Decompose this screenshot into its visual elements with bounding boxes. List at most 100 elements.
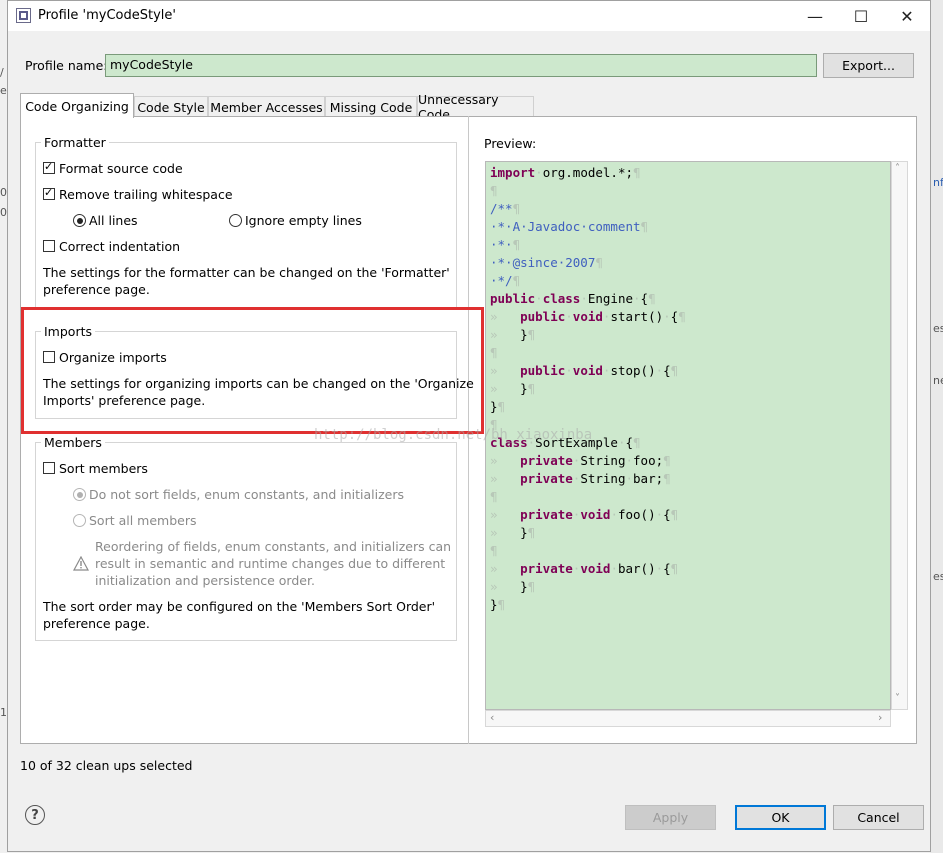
code-line: » public·void·start()·{¶ bbox=[490, 308, 686, 326]
code-token: /** bbox=[490, 201, 513, 216]
warning-icon bbox=[73, 556, 89, 571]
close-icon: ✕ bbox=[900, 6, 914, 26]
remove-trailing-label[interactable]: Remove trailing whitespace bbox=[59, 187, 233, 202]
code-token: public bbox=[490, 291, 536, 306]
code-token: } bbox=[520, 327, 528, 342]
scroll-left-arrow-icon[interactable]: ‹ bbox=[490, 711, 494, 724]
sort-all-members-label[interactable]: Sort all members bbox=[89, 513, 197, 528]
code-line: » }¶ bbox=[490, 578, 535, 596]
code-token: private bbox=[520, 453, 573, 468]
code-token: void bbox=[580, 507, 611, 522]
minimize-button[interactable]: — bbox=[792, 1, 838, 31]
maximize-button[interactable]: ☐ bbox=[838, 1, 884, 31]
code-token: ¶ bbox=[527, 327, 536, 342]
scroll-down-arrow-icon[interactable]: ˅ bbox=[895, 693, 900, 704]
code-token: org.model.*; bbox=[542, 165, 633, 180]
code-token: bar() bbox=[617, 561, 656, 576]
code-token: · bbox=[535, 165, 543, 180]
correct-indentation-checkbox[interactable] bbox=[43, 240, 55, 252]
code-token: » bbox=[490, 363, 521, 378]
all-lines-label[interactable]: All lines bbox=[89, 213, 138, 228]
do-not-sort-label[interactable]: Do not sort fields, enum constants, and … bbox=[89, 487, 404, 502]
code-token: { bbox=[663, 561, 671, 576]
code-line: /**¶ bbox=[490, 200, 520, 218]
all-lines-radio[interactable] bbox=[73, 214, 86, 227]
code-token: Engine bbox=[587, 291, 634, 306]
code-token: · bbox=[655, 507, 664, 522]
code-token: · bbox=[535, 291, 543, 306]
tab-member-accesses[interactable]: Member Accesses bbox=[208, 96, 325, 117]
code-token: ¶ bbox=[490, 345, 498, 360]
code-token: ¶ bbox=[595, 255, 603, 270]
code-token: } bbox=[520, 579, 528, 594]
export-button[interactable]: Export... bbox=[823, 53, 914, 78]
code-token: · bbox=[610, 507, 618, 522]
code-token: private bbox=[520, 471, 573, 486]
ok-button[interactable]: OK bbox=[735, 805, 826, 830]
code-line: » }¶ bbox=[490, 326, 535, 344]
preview-label: Preview: bbox=[484, 136, 537, 151]
background-fragment: es bbox=[933, 570, 943, 583]
warning-line3: initialization and persistence order. bbox=[95, 573, 315, 588]
code-line: ·*·¶ bbox=[490, 236, 520, 254]
tab-unnecessary-code[interactable]: Unnecessary Code bbox=[417, 92, 534, 122]
code-token: · bbox=[655, 561, 664, 576]
apply-button[interactable]: Apply bbox=[625, 805, 716, 830]
code-token: ¶ bbox=[648, 291, 656, 306]
background-fragment: / bbox=[0, 66, 4, 79]
code-line: }¶ bbox=[490, 596, 505, 614]
members-note-line2: preference page. bbox=[43, 616, 150, 631]
correct-indentation-label[interactable]: Correct indentation bbox=[59, 239, 180, 254]
close-button[interactable]: ✕ bbox=[884, 1, 930, 31]
preview-horizontal-scrollbar[interactable]: ‹ › bbox=[485, 710, 891, 727]
background-fragment: 0 bbox=[0, 206, 7, 219]
scroll-right-arrow-icon[interactable]: › bbox=[878, 711, 882, 724]
code-token: ¶ bbox=[633, 165, 641, 180]
warning-line1: Reordering of fields, enum constants, an… bbox=[95, 539, 452, 554]
scroll-up-arrow-icon[interactable]: ˄ bbox=[895, 163, 900, 174]
tab-code-style[interactable]: Code Style bbox=[134, 96, 208, 117]
warning-line2: result in semantic and runtime changes d… bbox=[95, 556, 446, 571]
maximize-icon: ☐ bbox=[853, 6, 869, 26]
profile-name-input[interactable]: myCodeStyle bbox=[105, 54, 817, 77]
format-source-label[interactable]: Format source code bbox=[59, 161, 183, 176]
tab-missing-code[interactable]: Missing Code bbox=[325, 96, 417, 117]
preview-vertical-scrollbar[interactable]: ˄ ˅ bbox=[891, 161, 908, 710]
code-token: ¶ bbox=[490, 183, 498, 198]
code-token: · bbox=[610, 561, 618, 576]
code-token: » bbox=[490, 525, 521, 540]
ignore-empty-lines-radio[interactable] bbox=[229, 214, 242, 227]
code-token: ¶ bbox=[497, 399, 506, 414]
format-source-checkbox[interactable] bbox=[43, 160, 55, 174]
highlight-annotation-box bbox=[21, 307, 484, 434]
title-bar: Profile 'myCodeStyle' — ☐ ✕ bbox=[8, 1, 930, 31]
help-icon[interactable]: ? bbox=[25, 805, 45, 825]
code-token: public bbox=[520, 309, 566, 324]
sort-all-members-radio[interactable] bbox=[73, 514, 86, 527]
sort-members-label[interactable]: Sort members bbox=[59, 461, 148, 476]
code-line: import·org.model.*;¶ bbox=[490, 164, 641, 182]
code-token: ¶ bbox=[512, 237, 521, 252]
code-token: class bbox=[542, 291, 581, 306]
tab-code-organizing[interactable]: Code Organizing bbox=[20, 93, 134, 118]
code-token: · bbox=[655, 363, 664, 378]
code-token: } bbox=[490, 399, 498, 414]
ignore-empty-lines-label[interactable]: Ignore empty lines bbox=[245, 213, 362, 228]
cancel-button[interactable]: Cancel bbox=[833, 805, 924, 830]
code-token: » bbox=[490, 381, 521, 396]
code-token: · bbox=[625, 471, 634, 486]
code-token: ¶ bbox=[670, 507, 679, 522]
code-token: public bbox=[520, 363, 566, 378]
code-token: ¶ bbox=[663, 471, 671, 486]
sort-members-checkbox[interactable] bbox=[43, 462, 55, 474]
code-token: » bbox=[490, 471, 521, 486]
code-token: start() bbox=[610, 309, 664, 324]
remove-trailing-checkbox[interactable] bbox=[43, 186, 55, 200]
code-token: { bbox=[625, 435, 634, 450]
do-not-sort-radio[interactable] bbox=[73, 488, 86, 501]
minimize-icon: — bbox=[807, 6, 823, 26]
code-token: » bbox=[490, 309, 521, 324]
code-line: ¶ bbox=[490, 182, 498, 200]
code-line: » private·void·bar()·{¶ bbox=[490, 560, 678, 578]
code-token: foo; bbox=[633, 453, 664, 468]
